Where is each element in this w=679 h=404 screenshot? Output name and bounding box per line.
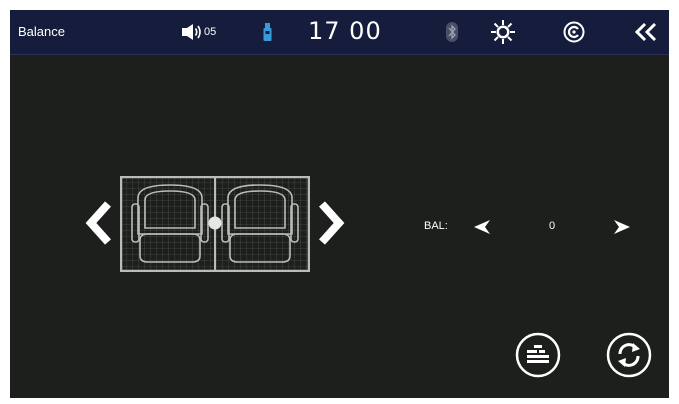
balance-decrease-button[interactable] <box>473 219 491 235</box>
equalizer-icon <box>527 345 549 363</box>
back-button[interactable] <box>633 22 659 42</box>
usb-status <box>262 22 273 42</box>
page-title: Balance <box>18 24 65 39</box>
speaker-icon <box>182 24 201 40</box>
balance-marker[interactable] <box>208 216 222 230</box>
balance-increase-button[interactable] <box>613 219 631 235</box>
bluetooth-icon <box>446 22 458 42</box>
status-bar: Balance 05 17 00 <box>10 10 669 55</box>
shift-left-button[interactable] <box>84 200 114 246</box>
reset-button[interactable] <box>606 332 652 378</box>
seat-balance-diagram[interactable] <box>120 176 310 272</box>
brightness-button[interactable] <box>491 20 515 44</box>
shift-right-button[interactable] <box>316 200 346 246</box>
bluetooth-status[interactable] <box>446 22 458 42</box>
equalizer-button[interactable] <box>515 332 561 378</box>
navigation-button[interactable] <box>563 21 585 43</box>
volume-indicator[interactable]: 05 <box>181 23 216 41</box>
balance-value: 0 <box>548 220 556 232</box>
clock-time: 17 00 <box>308 17 382 45</box>
balance-label: BAL: <box>424 220 448 232</box>
usb-drive-icon <box>263 23 272 41</box>
reset-icon <box>618 343 640 367</box>
double-chevron-left-icon <box>634 22 657 42</box>
volume-level: 05 <box>204 26 217 38</box>
balance-panel: BAL: 0 <box>10 55 669 398</box>
brightness-icon <box>491 20 515 44</box>
screen: Balance 05 17 00 BAL: 0 <box>10 10 669 398</box>
navigation-icon <box>563 21 585 43</box>
clock: 17 00 <box>308 17 382 45</box>
